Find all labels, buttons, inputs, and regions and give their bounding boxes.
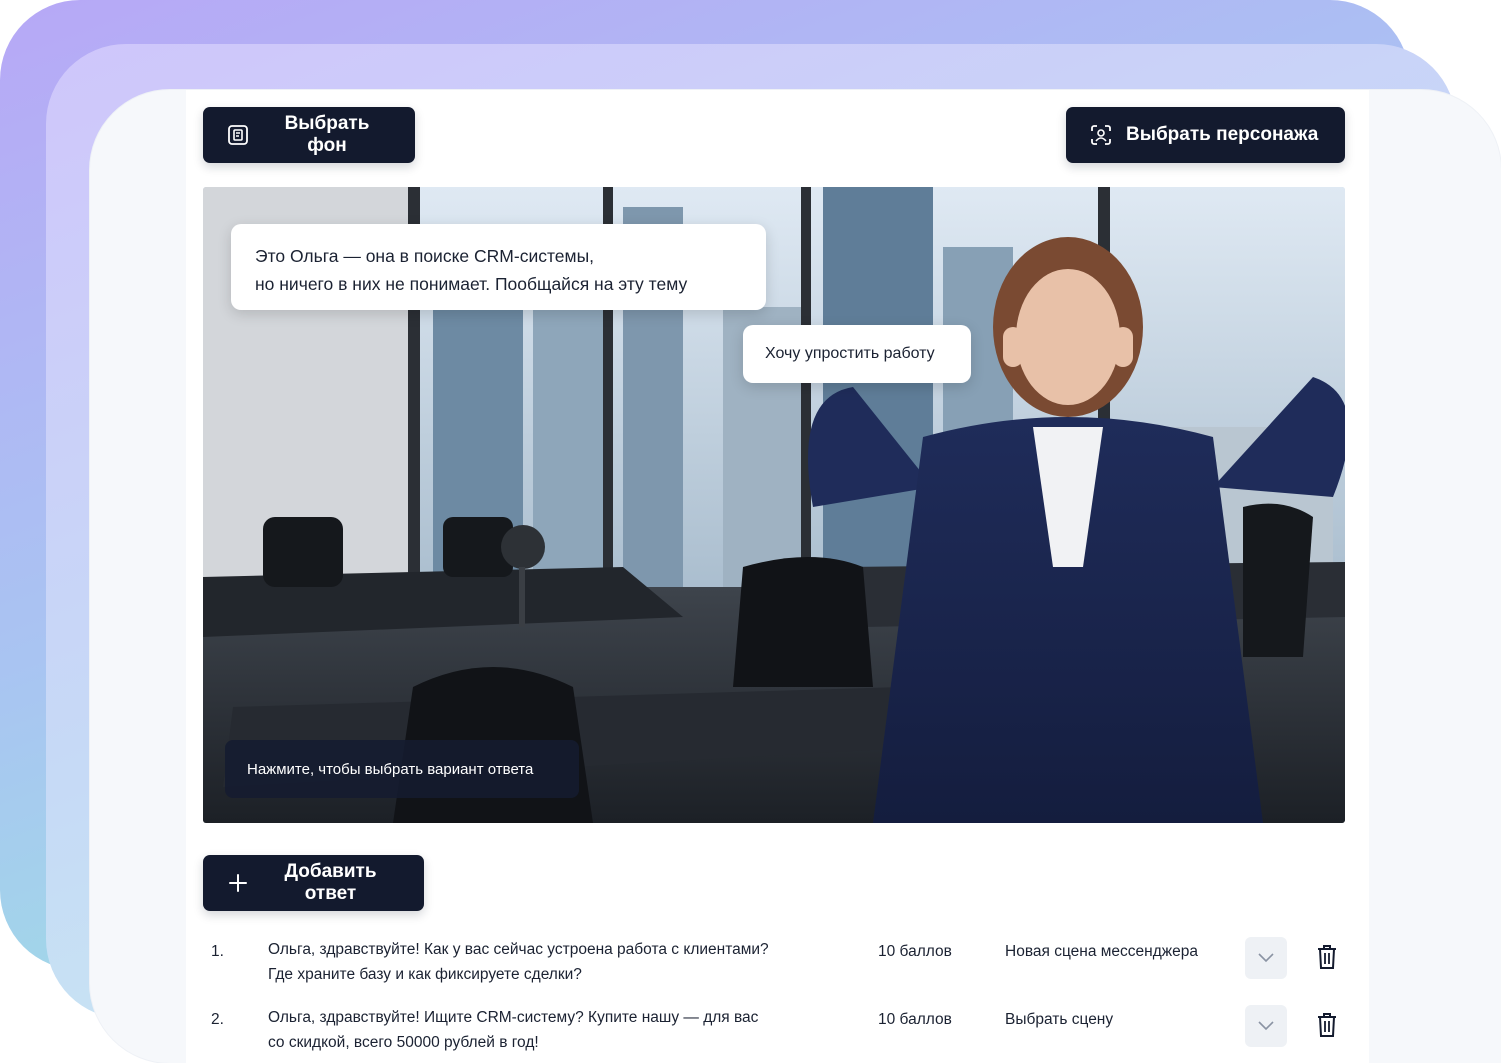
select-character-label: Выбрать персонажа	[1126, 124, 1319, 145]
answer-scene-link[interactable]: Выбрать сцену	[1005, 1011, 1113, 1029]
answer-text[interactable]: Ольга, здравствуйте! Ищите CRM-систему? …	[268, 1005, 828, 1055]
answer-row: 2. Ольга, здравствуйте! Ищите CRM-систем…	[203, 1005, 1345, 1063]
trash-icon	[1316, 944, 1338, 973]
answer-scene-dropdown[interactable]	[1245, 1005, 1287, 1047]
image-frame-icon	[227, 124, 249, 146]
add-answer-label: Добавить ответ	[284, 861, 377, 904]
delete-answer-button[interactable]	[1311, 941, 1343, 975]
chevron-down-icon	[1258, 951, 1274, 966]
choose-answer-hint-text: Нажмите, чтобы выбрать вариант ответа	[247, 760, 534, 778]
answer-row: 1. Ольга, здравствуйте! Как у вас сейчас…	[203, 937, 1345, 997]
chevron-down-icon	[1258, 1019, 1274, 1034]
answer-option-text: Хочу упростить работу	[765, 345, 935, 362]
trash-icon	[1316, 1012, 1338, 1041]
speech-line-2: но ничего в них не понимает. Пообщайся н…	[255, 274, 688, 294]
answer-scene-link[interactable]: Новая сцена мессенджера	[1005, 943, 1198, 961]
choose-answer-hint[interactable]: Нажмите, чтобы выбрать вариант ответа	[225, 740, 579, 798]
add-answer-button[interactable]: Добавить ответ	[203, 855, 424, 911]
answer-text[interactable]: Ольга, здравствуйте! Как у вас сейчас ус…	[268, 937, 828, 987]
character-speech-bubble: Это Ольга — она в поиске CRM-системы, но…	[231, 224, 766, 310]
character-frame-icon	[1090, 124, 1112, 146]
answer-text-line-2: со скидкой, всего 50000 рублей в год!	[268, 1034, 539, 1051]
delete-answer-button[interactable]	[1311, 1009, 1343, 1043]
answer-text-line-2: Где храните базу и как фиксируете сделки…	[268, 966, 582, 983]
scene-preview[interactable]: Это Ольга — она в поиске CRM-системы, но…	[203, 187, 1345, 823]
answer-option-bubble[interactable]: Хочу упростить работу	[743, 325, 971, 383]
select-background-label: Выбрать фон	[284, 113, 370, 156]
answer-score[interactable]: 10 баллов	[878, 1011, 952, 1029]
answer-number: 2.	[211, 1011, 224, 1028]
answer-scene-dropdown[interactable]	[1245, 937, 1287, 979]
answer-text-line-1: Ольга, здравствуйте! Ищите CRM-систему? …	[268, 1009, 759, 1026]
select-character-button[interactable]: Выбрать персонажа	[1066, 107, 1345, 163]
answer-text-line-1: Ольга, здравствуйте! Как у вас сейчас ус…	[268, 941, 769, 958]
answer-score[interactable]: 10 баллов	[878, 943, 952, 961]
select-background-button[interactable]: Выбрать фон	[203, 107, 415, 163]
speech-line-1: Это Ольга — она в поиске CRM-системы,	[255, 246, 595, 266]
plus-icon	[227, 872, 249, 894]
answer-number: 1.	[211, 943, 224, 960]
